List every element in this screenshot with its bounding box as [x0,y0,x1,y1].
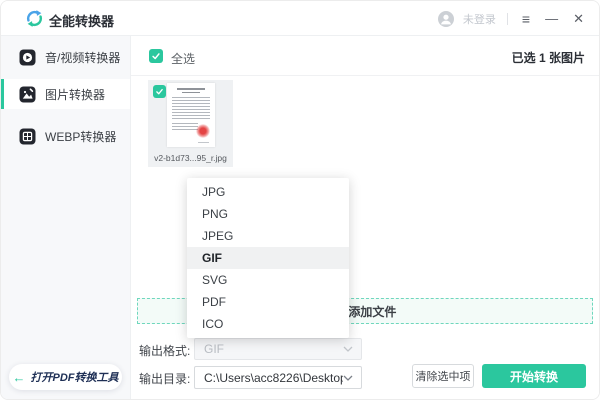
app-logo-sync-icon [26,10,43,27]
dropdown-option-jpeg[interactable]: JPEG [187,225,349,247]
login-status-label[interactable]: 未登录 [463,11,496,27]
output-format-label: 输出格式: [139,344,191,358]
red-seal-stamp [196,124,210,138]
dropdown-option-svg[interactable]: SVG [187,269,349,291]
app-window: 全能转换器 未登录 ≡ — ✕ 音/视频转换器 图片转换器 WEBP转换器 ← … [0,0,600,400]
webp-icon [19,128,36,144]
output-directory-value: C:\Users\acc8226\Desktop [204,370,343,385]
image-thumbnail-card[interactable]: v2-b1d73...95_r.jpg [148,80,233,167]
sidebar-item-label: WEBP转换器 [45,129,117,144]
chevron-down-icon [343,346,353,352]
check-icon [152,53,160,60]
image-icon [19,86,36,102]
sidebar-item-label: 音/视频转换器 [45,50,121,65]
thumbnail-checkbox[interactable] [153,85,166,98]
selected-count-label: 已选 1 张图片 [511,51,585,65]
sidebar-item-label: 图片转换器 [45,87,106,102]
start-convert-button[interactable]: 开始转换 [482,364,586,388]
output-directory-select[interactable]: C:\Users\acc8226\Desktop [194,366,362,389]
titlebar: 全能转换器 未登录 ≡ — ✕ [1,1,599,36]
dropdown-option-png[interactable]: PNG [187,203,349,225]
dropdown-option-ico[interactable]: ICO [187,313,349,335]
open-pdf-tool-label: 打开PDF转换工具 [30,372,119,384]
dropdown-option-gif-selected[interactable]: GIF [187,247,349,269]
output-format-select[interactable]: GIF [194,338,362,360]
video-icon [19,49,36,65]
titlebar-divider [506,12,508,25]
close-icon[interactable]: ✕ [570,10,587,27]
output-format-value: GIF [204,342,224,356]
sidebar-item-webp-converter[interactable]: WEBP转换器 [1,121,130,151]
output-directory-label: 输出目录: [139,372,191,386]
open-pdf-tool-button[interactable]: ← 打开PDF转换工具 [9,364,122,390]
minimize-icon[interactable]: — [542,10,561,27]
format-dropdown-menu: JPG PNG JPEG GIF SVG PDF ICO [187,178,349,338]
sidebar: 音/视频转换器 图片转换器 WEBP转换器 ← 打开PDF转换工具 [1,36,131,399]
main-content: 全选 已选 1 张图片 v2-b1d73...95_r.jpg 添加文件 JPG… [131,36,599,399]
select-all-label[interactable]: 全选 [171,50,195,67]
clear-selected-button[interactable]: 清除选中项 [412,364,474,388]
check-icon [156,88,163,95]
add-file-label: 添加文件 [348,304,397,319]
file-name-label: v2-b1d73...95_r.jpg [154,153,227,163]
select-all-checkbox[interactable] [149,49,163,63]
user-avatar-icon[interactable] [437,10,454,27]
dropdown-option-jpg[interactable]: JPG [187,181,349,203]
list-header: 全选 已选 1 张图片 [131,36,599,76]
chevron-down-icon [343,375,353,381]
document-preview [167,83,215,147]
sidebar-item-audio-video-converter[interactable]: 音/视频转换器 [1,42,130,72]
menu-icon[interactable]: ≡ [519,10,533,28]
back-arrow-icon: ← [12,369,26,385]
sidebar-item-image-converter[interactable]: 图片转换器 [1,79,130,109]
dropdown-option-pdf[interactable]: PDF [187,291,349,313]
app-title: 全能转换器 [49,14,115,29]
